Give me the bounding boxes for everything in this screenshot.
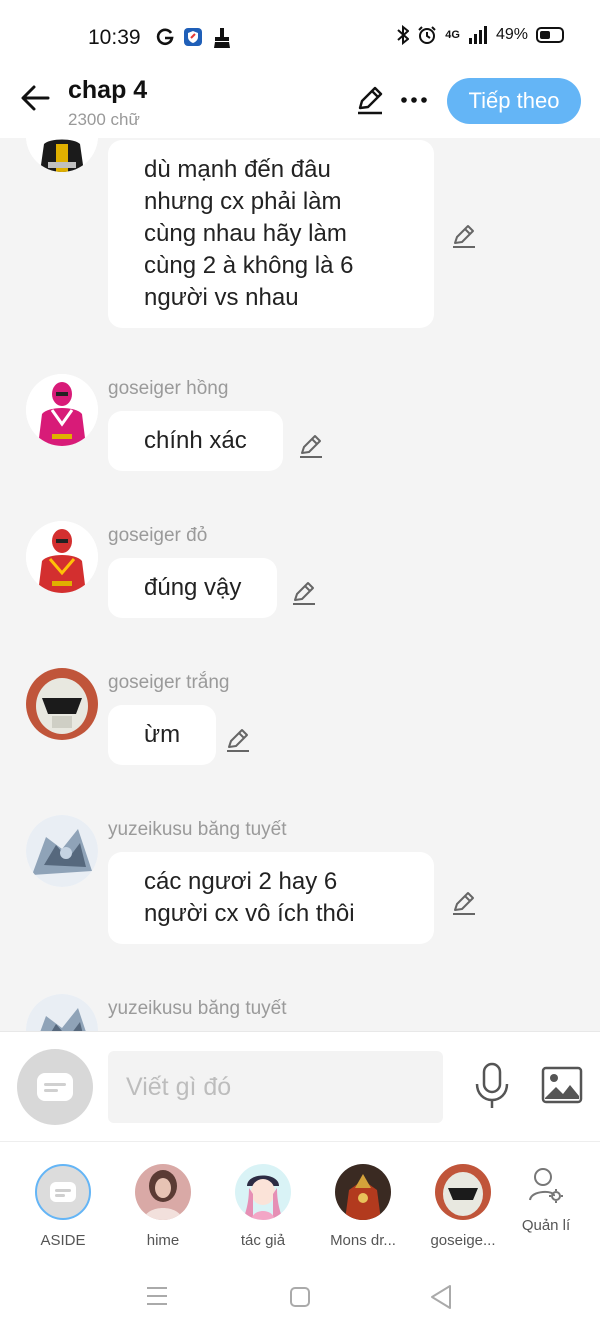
status-right: 4G 49%: [397, 25, 564, 45]
manage-users-icon: [529, 1168, 563, 1203]
chapter-title: chap 4: [68, 76, 148, 104]
battery-icon: [536, 27, 564, 43]
message-icon: [37, 1073, 73, 1101]
pencil-icon[interactable]: [450, 889, 478, 917]
shield-app-icon: [184, 28, 202, 46]
pencil-icon[interactable]: [450, 222, 478, 250]
alarm-icon: [418, 26, 436, 44]
next-button[interactable]: Tiếp theo: [447, 78, 581, 124]
hime-avatar: [135, 1164, 191, 1220]
status-bar: 10:39 4G 49%: [0, 0, 600, 76]
pencil-icon[interactable]: [224, 726, 252, 754]
sender-name: goseiger đỏ: [108, 525, 208, 546]
home-nav-icon[interactable]: [288, 1285, 312, 1309]
network-type: 4G: [445, 29, 460, 41]
message-bubble[interactable]: ừm: [108, 705, 217, 765]
message-list[interactable]: dù mạnh đến đâu nhưng cx phải làm cùng n…: [0, 138, 600, 1031]
battery-percent: 49%: [495, 26, 528, 43]
character-bar: ASIDE hime tác giả Mons dr... goseige...…: [0, 1141, 600, 1266]
sender-name: goseiger trắng: [108, 672, 230, 693]
avatar[interactable]: [26, 138, 98, 172]
chapter-header: chap 4 2300 chữ Tiếp theo: [0, 76, 600, 138]
avatar[interactable]: [26, 994, 98, 1031]
google-icon: [156, 28, 174, 46]
pencil-icon[interactable]: [290, 579, 318, 607]
goseiger-avatar: [435, 1164, 491, 1220]
aside-avatar: [35, 1164, 91, 1220]
character-aside[interactable]: ASIDE: [13, 1164, 113, 1249]
image-icon[interactable]: [541, 1066, 583, 1104]
avatar[interactable]: [26, 668, 98, 740]
bluetooth-icon: [397, 25, 410, 45]
status-time: 10:39: [88, 26, 141, 49]
message-input[interactable]: [108, 1051, 443, 1123]
sender-name: yuzeikusu băng tuyết: [108, 998, 287, 1019]
mons-avatar: [335, 1164, 391, 1220]
character-mons[interactable]: Mons dr...: [313, 1164, 413, 1249]
signal-icon: [468, 26, 487, 44]
more-icon[interactable]: [400, 86, 428, 114]
word-count: 2300 chữ: [68, 110, 140, 129]
avatar[interactable]: [26, 521, 98, 593]
cleaner-icon: [214, 28, 230, 48]
back-nav-icon[interactable]: [429, 1284, 453, 1310]
menu-nav-icon[interactable]: [145, 1285, 169, 1307]
message-bubble[interactable]: các ngươi 2 hay 6 người cx vô ích thôi: [108, 852, 434, 944]
mic-icon[interactable]: [472, 1062, 512, 1110]
author-avatar: [235, 1164, 291, 1220]
avatar[interactable]: [26, 815, 98, 887]
manage-button[interactable]: Quản lí: [496, 1166, 596, 1234]
sender-name: yuzeikusu băng tuyết: [108, 819, 287, 840]
character-author[interactable]: tác giả: [213, 1164, 313, 1249]
aside-toggle-button[interactable]: [17, 1049, 93, 1125]
pencil-icon[interactable]: [297, 432, 325, 460]
sender-name: goseiger hồng: [108, 378, 229, 399]
message-bubble[interactable]: dù mạnh đến đâu nhưng cx phải làm cùng n…: [108, 140, 434, 328]
edit-chapter-icon[interactable]: [354, 84, 386, 116]
message-bubble[interactable]: đúng vậy: [108, 558, 278, 618]
back-arrow-icon[interactable]: [18, 80, 54, 116]
system-nav-bar: [0, 1266, 600, 1333]
message-bubble[interactable]: chính xác: [108, 411, 283, 471]
composer: [0, 1031, 600, 1141]
character-hime[interactable]: hime: [113, 1164, 213, 1249]
avatar[interactable]: [26, 374, 98, 446]
